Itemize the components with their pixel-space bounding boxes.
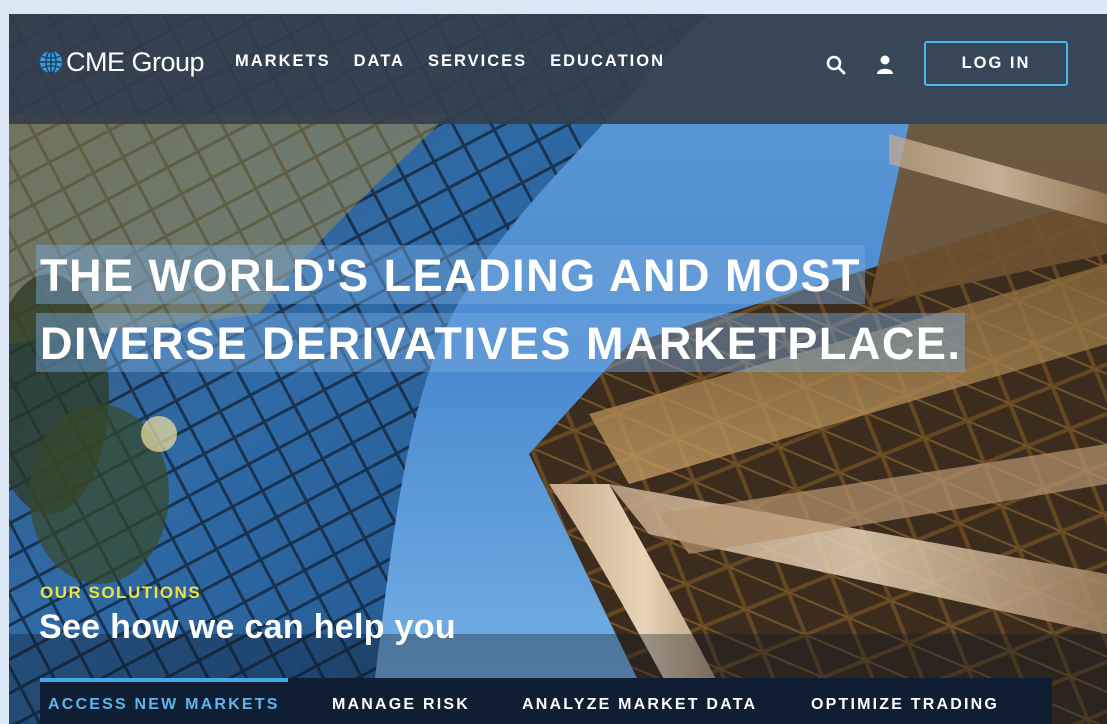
nav-data[interactable]: DATA xyxy=(354,52,405,71)
nav-education[interactable]: EDUCATION xyxy=(550,52,665,71)
page: CME Group MARKETS DATA SERVICES EDUCATIO… xyxy=(9,14,1107,724)
nav-services[interactable]: SERVICES xyxy=(428,52,527,71)
login-button[interactable]: LOG IN xyxy=(924,41,1068,86)
globe-icon xyxy=(40,50,62,74)
tab-manage-risk[interactable]: MANAGE RISK xyxy=(332,696,470,714)
nav-markets[interactable]: MARKETS xyxy=(235,52,331,71)
solutions-title: See how we can help you xyxy=(39,608,456,646)
main-nav: MARKETS DATA SERVICES EDUCATION xyxy=(235,52,688,71)
hero-headline-line-2: DIVERSE DERIVATIVES MARKETPLACE. xyxy=(36,313,966,372)
site-header: CME Group MARKETS DATA SERVICES EDUCATIO… xyxy=(9,14,1107,124)
search-icon[interactable] xyxy=(825,54,847,76)
logo-text: CME Group xyxy=(66,46,205,77)
tab-optimize-trading[interactable]: OPTIMIZE TRADING xyxy=(811,696,999,714)
hero-headline-line-1: THE WORLD'S LEADING AND MOST xyxy=(36,245,865,304)
tab-analyze-market-data[interactable]: ANALYZE MARKET DATA xyxy=(522,696,757,714)
solutions-tab-bar: ACCESS NEW MARKETS MANAGE RISK ANALYZE M… xyxy=(40,678,1052,724)
tab-access-new-markets[interactable]: ACCESS NEW MARKETS xyxy=(48,696,280,714)
user-icon[interactable] xyxy=(875,54,895,76)
solutions-eyebrow: OUR SOLUTIONS xyxy=(40,583,202,602)
active-tab-indicator xyxy=(40,678,288,682)
cme-group-logo[interactable]: CME Group xyxy=(39,45,205,79)
